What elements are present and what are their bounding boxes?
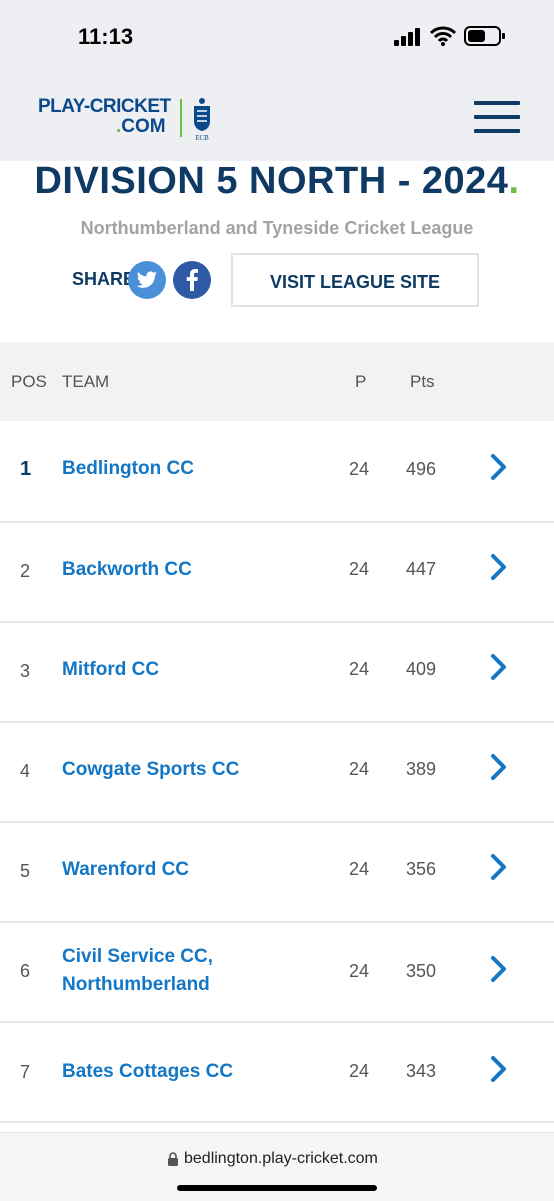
page-title: DIVISION 5 NORTH - 2024. xyxy=(34,160,520,202)
cellular-signal-icon xyxy=(394,28,420,46)
logo-line-2: .COM xyxy=(116,116,166,137)
chevron-right-icon[interactable] xyxy=(488,955,510,983)
col-played: P xyxy=(355,372,367,391)
col-team: TEAM xyxy=(62,372,110,391)
row-played: 24 xyxy=(349,1061,370,1081)
logo-divider xyxy=(180,99,182,137)
table-row[interactable]: 2 Backworth CC 24 447 xyxy=(0,521,554,623)
row-position: 2 xyxy=(20,561,31,581)
battery-icon xyxy=(464,26,505,46)
page-title-text: DIVISION 5 NORTH - 2024 xyxy=(34,160,509,202)
facebook-icon xyxy=(186,269,198,291)
visit-league-site-button[interactable]: VISIT LEAGUE SITE xyxy=(231,253,479,307)
table-row[interactable]: 7 Bates Cottages CC 24 343 xyxy=(0,1021,554,1123)
row-played: 24 xyxy=(349,859,370,879)
row-team[interactable]: Bates Cottages CC xyxy=(62,1058,322,1086)
browser-url-bar[interactable]: bedlington.play-cricket.com xyxy=(0,1132,554,1201)
row-points: 343 xyxy=(406,1061,437,1081)
col-points: Pts xyxy=(410,372,435,391)
logo-line-2-text: COM xyxy=(121,116,166,137)
row-position: 4 xyxy=(20,761,31,781)
row-points: 356 xyxy=(406,859,437,879)
league-name: Northumberland and Tyneside Cricket Leag… xyxy=(80,218,474,238)
row-team[interactable]: Cowgate Sports CC xyxy=(62,756,322,784)
row-team-line-1: Civil Service CC, xyxy=(62,946,214,967)
col-pos: POS xyxy=(11,372,47,391)
table-row[interactable]: 6 Civil Service CC, Northumberland 24 35… xyxy=(0,921,554,1023)
table-header: POS TEAM P Pts xyxy=(0,342,554,421)
row-played: 24 xyxy=(349,459,370,479)
row-points: 409 xyxy=(406,659,437,679)
share-label: SHARE xyxy=(72,269,136,289)
row-points: 350 xyxy=(406,961,437,981)
table-row[interactable]: 4 Cowgate Sports CC 24 389 xyxy=(0,721,554,823)
row-position: 5 xyxy=(20,861,31,881)
facebook-share-button[interactable] xyxy=(173,261,211,299)
row-team[interactable]: Mitford CC xyxy=(62,656,322,684)
chevron-right-icon[interactable] xyxy=(488,1055,510,1083)
clock: 11:13 xyxy=(78,24,134,49)
row-position: 7 xyxy=(20,1062,31,1082)
play-cricket-logo[interactable]: PLAY-CRICKET .COM xyxy=(38,97,171,137)
ecb-crest-icon: ECB xyxy=(194,98,210,141)
chevron-right-icon[interactable] xyxy=(488,653,510,681)
row-position: 3 xyxy=(20,661,31,681)
twitter-share-button[interactable] xyxy=(128,261,166,299)
row-played: 24 xyxy=(349,659,370,679)
hamburger-menu-icon[interactable] xyxy=(474,101,520,135)
row-played: 24 xyxy=(349,961,370,981)
url-text[interactable]: bedlington.play-cricket.com xyxy=(184,1150,378,1168)
row-points: 496 xyxy=(406,459,437,479)
status-bar: 11:13 xyxy=(0,0,554,75)
lock-icon xyxy=(168,1152,178,1166)
row-team[interactable]: Warenford CC xyxy=(62,856,322,884)
logo-line-1: PLAY-CRICKET xyxy=(38,96,171,117)
chevron-right-icon[interactable] xyxy=(488,853,510,881)
chevron-right-icon[interactable] xyxy=(488,453,510,481)
row-points: 447 xyxy=(406,559,437,579)
wifi-icon xyxy=(430,26,456,46)
chevron-right-icon[interactable] xyxy=(488,753,510,781)
row-played: 24 xyxy=(349,559,370,579)
row-played: 24 xyxy=(349,759,370,779)
table-row[interactable]: 5 Warenford CC 24 356 xyxy=(0,821,554,923)
row-team-line-2: Northumberland xyxy=(62,974,210,995)
twitter-icon xyxy=(136,271,157,288)
table-row[interactable]: 1 Bedlington CC 24 496 xyxy=(0,421,554,523)
row-team[interactable]: Civil Service CC, Northumberland xyxy=(62,943,322,999)
svg-text:ECB: ECB xyxy=(195,134,209,141)
home-indicator[interactable] xyxy=(177,1185,377,1191)
row-team[interactable]: Backworth CC xyxy=(62,556,322,584)
site-header: PLAY-CRICKET .COM ECB xyxy=(0,75,554,161)
row-team[interactable]: Bedlington CC xyxy=(62,455,322,483)
table-row[interactable]: 3 Mitford CC 24 409 xyxy=(0,621,554,723)
row-position: 6 xyxy=(20,961,31,981)
row-position: 1 xyxy=(20,458,32,480)
chevron-right-icon[interactable] xyxy=(488,553,510,581)
row-points: 389 xyxy=(406,759,437,779)
